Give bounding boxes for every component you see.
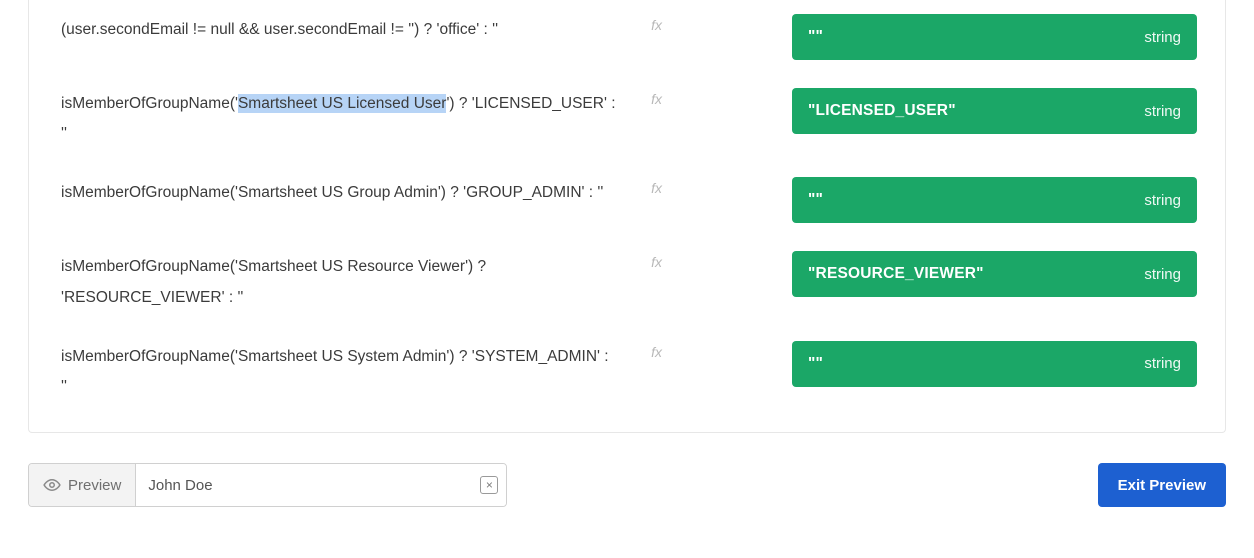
expression-cell[interactable]: isMemberOfGroupName('Smartsheet US Syste… (61, 341, 616, 402)
result-chip: "" string (792, 177, 1197, 223)
result-value: "" (808, 355, 823, 373)
result-type: string (1144, 103, 1181, 120)
result-value: "LICENSED_USER" (808, 102, 956, 120)
expr-text: isMemberOfGroupName('Smartsheet US Syste… (61, 348, 609, 395)
result-value: "" (808, 191, 823, 209)
expression-cell[interactable]: isMemberOfGroupName('Smartsheet US Resou… (61, 251, 616, 312)
result-cell: "" string (706, 341, 1197, 387)
result-type: string (1144, 192, 1181, 209)
expression-row: (user.secondEmail != null && user.second… (29, 0, 1225, 74)
result-chip: "LICENSED_USER" string (792, 88, 1197, 134)
result-cell: "" string (706, 177, 1197, 223)
result-chip: "RESOURCE_VIEWER" string (792, 251, 1197, 297)
fx-cell: fx (616, 341, 706, 361)
exit-preview-button[interactable]: Exit Preview (1098, 463, 1226, 507)
expr-text: isMemberOfGroupName('Smartsheet US Group… (61, 184, 603, 201)
result-chip: "" string (792, 14, 1197, 60)
fx-icon: fx (651, 254, 662, 270)
preview-button[interactable]: Preview (29, 464, 136, 506)
result-type: string (1144, 355, 1181, 372)
expr-text: (user.secondEmail != null && user.second… (61, 21, 498, 38)
expression-row: isMemberOfGroupName('Smartsheet US Licen… (29, 74, 1225, 163)
expression-row: isMemberOfGroupName('Smartsheet US Syste… (29, 327, 1225, 416)
clear-button[interactable]: × (480, 476, 498, 494)
result-cell: "RESOURCE_VIEWER" string (706, 251, 1197, 297)
eye-icon (43, 476, 61, 494)
fx-cell: fx (616, 177, 706, 197)
expression-cell[interactable]: (user.secondEmail != null && user.second… (61, 14, 616, 45)
result-cell: "LICENSED_USER" string (706, 88, 1197, 134)
expr-text: isMemberOfGroupName('Smartsheet US Resou… (61, 258, 486, 305)
result-cell: "" string (706, 14, 1197, 60)
expr-highlight: Smartsheet US Licensed User (238, 94, 446, 113)
bottom-bar: Preview × Exit Preview (28, 463, 1226, 507)
fx-icon: fx (651, 91, 662, 107)
expression-row: isMemberOfGroupName('Smartsheet US Resou… (29, 237, 1225, 326)
expr-text-pre: isMemberOfGroupName(' (61, 95, 238, 112)
fx-icon: fx (651, 17, 662, 33)
result-value: "RESOURCE_VIEWER" (808, 265, 984, 283)
expression-row: isMemberOfGroupName('Smartsheet US Group… (29, 163, 1225, 237)
preview-input-wrap: × (136, 464, 506, 506)
fx-cell: fx (616, 88, 706, 108)
result-type: string (1144, 266, 1181, 283)
fx-icon: fx (651, 180, 662, 196)
preview-group: Preview × (28, 463, 507, 507)
fx-icon: fx (651, 344, 662, 360)
expression-cell[interactable]: isMemberOfGroupName('Smartsheet US Group… (61, 177, 616, 208)
result-chip: "" string (792, 341, 1197, 387)
result-value: "" (808, 28, 823, 46)
preview-label: Preview (68, 477, 121, 494)
result-type: string (1144, 29, 1181, 46)
fx-cell: fx (616, 14, 706, 34)
expression-panel: (user.secondEmail != null && user.second… (28, 0, 1226, 433)
preview-input[interactable] (136, 464, 506, 506)
expression-cell[interactable]: isMemberOfGroupName('Smartsheet US Licen… (61, 88, 616, 149)
close-icon: × (486, 479, 493, 491)
fx-cell: fx (616, 251, 706, 271)
